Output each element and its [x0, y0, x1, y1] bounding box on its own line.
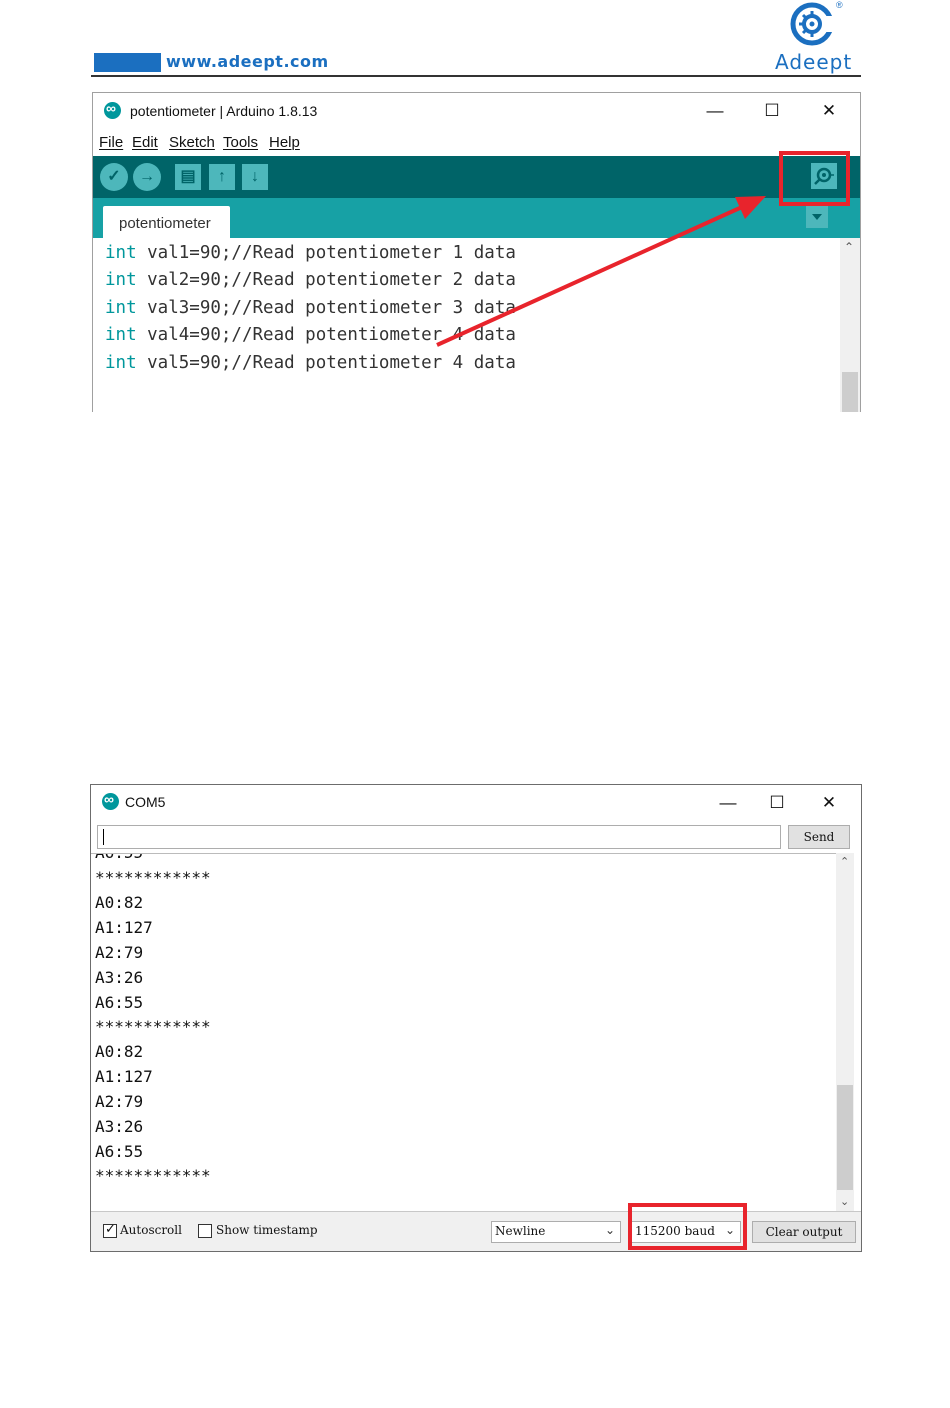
serial-maximize-button[interactable]: ☐	[763, 791, 791, 815]
chevron-down-icon: ⌄	[605, 1223, 616, 1237]
autoscroll-label: Autoscroll	[120, 1223, 182, 1237]
ide-toolbar: ✓ → ▤ ↑ ↓	[93, 156, 860, 198]
text-caret	[103, 829, 104, 845]
line-ending-select[interactable]: Newline ⌄	[491, 1221, 621, 1243]
brand-name: Adeept	[775, 50, 853, 74]
editor-scrollbar[interactable]: ⌃	[840, 238, 860, 412]
output-line: A1:127	[95, 1067, 153, 1086]
serial-output[interactable]: A6:55 ************ A0:82 A1:127 A2:79 A3…	[91, 853, 836, 1212]
ide-maximize-button[interactable]: ☐	[758, 99, 786, 123]
output-line: ************	[95, 1017, 211, 1036]
serial-send-input[interactable]	[97, 825, 781, 849]
tab-potentiometer[interactable]: potentiometer	[103, 206, 230, 238]
checkmark-icon: ✓	[105, 1221, 116, 1236]
menu-edit[interactable]: Edit	[132, 134, 158, 151]
registered-mark: ®	[836, 0, 843, 10]
ide-menubar: File Edit Sketch Tools Help	[93, 129, 860, 157]
menu-sketch[interactable]: Sketch	[169, 134, 215, 151]
tab-label: potentiometer	[119, 215, 211, 232]
output-line: A6:55	[95, 854, 143, 862]
tab-menu-button[interactable]	[806, 206, 828, 228]
ide-window-title: potentiometer | Arduino 1.8.13	[130, 103, 318, 119]
highlight-box-baud-rate	[628, 1203, 747, 1250]
arduino-app-icon	[102, 791, 119, 810]
triangle-down-icon	[812, 214, 822, 220]
upload-button[interactable]: →	[133, 163, 161, 191]
highlight-box-serial-monitor	[779, 151, 850, 206]
serial-monitor-window: COM5 — ☐ ✕ Send A6:55 ************ A0:82…	[90, 784, 862, 1252]
open-sketch-button[interactable]: ↑	[209, 164, 235, 190]
serial-titlebar: COM5 — ☐ ✕	[91, 785, 861, 819]
chevron-down-icon[interactable]: ⌄	[840, 1195, 849, 1208]
header-divider	[91, 75, 861, 77]
serial-minimize-button[interactable]: —	[714, 791, 742, 815]
new-sketch-button[interactable]: ▤	[175, 164, 201, 190]
checkmark-icon: ✓	[107, 168, 121, 185]
code-line: int val3=90;//Read potentiometer 3 data	[105, 298, 516, 318]
code-editor[interactable]: int val1=90;//Read potentiometer 1 data …	[93, 238, 840, 412]
timestamp-label: Show timestamp	[216, 1223, 318, 1237]
ide-minimize-button[interactable]: —	[701, 99, 729, 123]
output-line: ************	[95, 868, 211, 887]
scrollbar-thumb[interactable]	[842, 372, 858, 412]
code-line: int val1=90;//Read potentiometer 1 data	[105, 243, 516, 263]
serial-window-title: COM5	[125, 794, 166, 810]
output-line: A0:82	[95, 1042, 144, 1061]
menu-file[interactable]: File	[99, 134, 123, 151]
menu-help[interactable]: Help	[269, 134, 300, 151]
arduino-app-icon	[104, 100, 121, 119]
ide-close-button[interactable]: ✕	[815, 99, 843, 123]
output-line: A6:55	[95, 1142, 144, 1161]
verify-button[interactable]: ✓	[100, 163, 128, 191]
output-line: A0:82	[95, 893, 144, 912]
output-line: ************	[95, 1166, 211, 1185]
code-line: int val2=90;//Read potentiometer 2 data	[105, 270, 516, 290]
header-blue-bar	[94, 53, 161, 72]
header-url: www.adeept.com	[166, 52, 329, 71]
send-button[interactable]: Send	[788, 825, 850, 849]
timestamp-checkbox[interactable]	[198, 1224, 212, 1238]
code-line: int val5=90;//Read potentiometer 4 data	[105, 353, 516, 373]
ide-tabbar: potentiometer	[93, 198, 860, 238]
ide-titlebar: potentiometer | Arduino 1.8.13 — ☐ ✕	[93, 93, 860, 129]
arrow-down-icon: ↓	[251, 168, 259, 185]
output-line: A3:26	[95, 1117, 144, 1136]
arduino-ide-window: potentiometer | Arduino 1.8.13 — ☐ ✕ Fil…	[92, 92, 861, 412]
line-ending-value: Newline	[495, 1224, 546, 1238]
serial-close-button[interactable]: ✕	[815, 791, 843, 815]
output-line: A3:26	[95, 968, 144, 987]
serial-scrollbar[interactable]: ⌃ ⌄	[836, 853, 854, 1211]
arrow-right-icon: →	[139, 168, 155, 185]
chevron-up-icon[interactable]: ⌃	[844, 240, 854, 254]
menu-tools[interactable]: Tools	[223, 134, 258, 151]
arrow-up-icon: ↑	[218, 168, 226, 185]
output-line: A6:55	[95, 993, 144, 1012]
scrollbar-thumb[interactable]	[837, 1085, 853, 1190]
chevron-up-icon[interactable]: ⌃	[840, 855, 849, 868]
adeept-logo-icon	[790, 2, 834, 46]
code-line: int val4=90;//Read potentiometer 4 data	[105, 325, 516, 345]
output-line: A2:79	[95, 943, 144, 962]
output-line: A1:127	[95, 918, 153, 937]
document-icon: ▤	[180, 168, 196, 185]
save-sketch-button[interactable]: ↓	[242, 164, 268, 190]
clear-output-button[interactable]: Clear output	[752, 1221, 856, 1243]
output-line: A2:79	[95, 1092, 144, 1111]
autoscroll-checkbox[interactable]: ✓	[103, 1221, 117, 1238]
